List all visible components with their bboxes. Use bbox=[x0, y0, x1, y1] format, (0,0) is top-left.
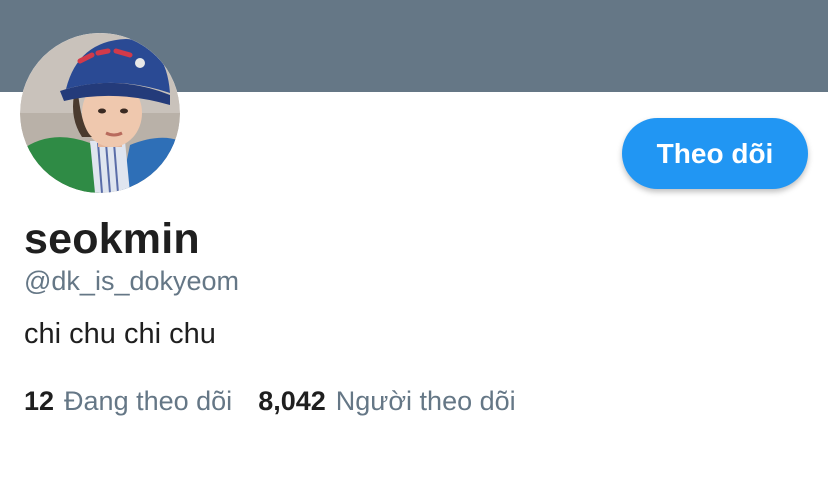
profile-avatar[interactable] bbox=[20, 33, 180, 193]
followers-stat[interactable]: 8,042 Người theo dõi bbox=[258, 383, 515, 419]
followers-count: 8,042 bbox=[258, 386, 326, 416]
following-count: 12 bbox=[24, 386, 55, 416]
user-bio: chi chu chi chu bbox=[24, 318, 216, 350]
profile-stats: 12 Đang theo dõi 8,042 Người theo dõi bbox=[24, 383, 516, 419]
display-name: seokmin bbox=[24, 215, 200, 263]
followers-label: Người theo dõi bbox=[335, 386, 516, 416]
following-stat[interactable]: 12 Đang theo dõi bbox=[24, 383, 232, 419]
following-label: Đang theo dõi bbox=[64, 386, 233, 416]
user-handle: @dk_is_dokyeom bbox=[24, 266, 240, 296]
follow-button[interactable]: Theo dõi bbox=[622, 118, 808, 189]
avatar-photo-icon bbox=[20, 33, 180, 193]
